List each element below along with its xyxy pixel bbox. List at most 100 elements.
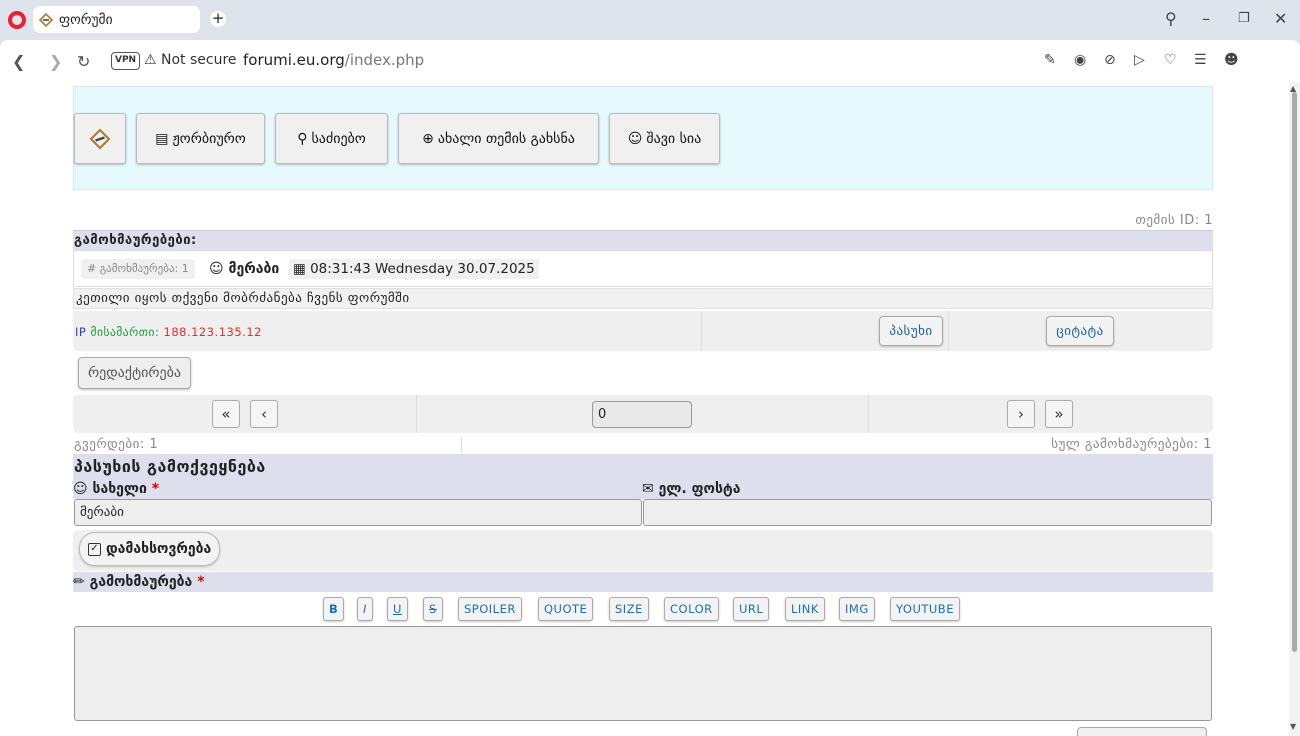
img-button[interactable]: IMG xyxy=(839,597,875,621)
share-icon[interactable]: ✎ xyxy=(1044,52,1056,68)
reply-form-title: პასუხის გამოქვეყნება xyxy=(73,454,1213,479)
browser-tab[interactable]: ფორუმი xyxy=(33,6,200,33)
email-field[interactable] xyxy=(643,499,1212,526)
link-button[interactable]: LINK xyxy=(785,597,825,621)
reply-number-chip[interactable]: # გამოხმაურება: 1 xyxy=(81,259,195,279)
search-button[interactable]: ⚲ საძიებო xyxy=(275,113,388,164)
email-label-text: ელ. ფოსტა xyxy=(658,481,741,497)
security-label: Not secure xyxy=(161,52,237,68)
vpn-badge[interactable]: VPN xyxy=(111,52,141,70)
site-favicon-icon xyxy=(38,12,54,27)
edit-button[interactable]: რედაქტირება xyxy=(78,357,191,389)
reload-icon[interactable]: ↻ xyxy=(77,52,90,71)
page-number-input[interactable]: 0 xyxy=(592,401,692,428)
profile-icon[interactable]: ☻ xyxy=(1224,52,1239,68)
site-logo-icon xyxy=(89,128,111,149)
replies-header: გამოხმაურებები: xyxy=(73,230,1213,250)
maximize-icon[interactable]: ❐ xyxy=(1238,11,1250,26)
name-field[interactable]: მერაბი xyxy=(74,499,642,526)
forward-icon[interactable]: ❯ xyxy=(49,52,62,71)
bold-button[interactable]: B xyxy=(323,597,345,621)
page-viewport: ▤ ჟორბიურო ⚲ საძიებო ⊕ ახალი თემის გახსნა ☺… xyxy=(0,82,1289,736)
user-icon: ☺ xyxy=(209,261,224,277)
comment-textarea[interactable] xyxy=(74,626,1212,721)
url-host: forumi.eu.org xyxy=(243,51,345,69)
url-button[interactable]: URL xyxy=(733,597,770,621)
plus-circle-icon: ⊕ xyxy=(422,130,434,147)
url-field[interactable]: forumi.eu.org/index.php xyxy=(243,51,424,69)
comment-label-text: გამოხმაურება xyxy=(89,574,193,590)
remember-label: დამახსოვრება xyxy=(106,541,212,557)
color-button[interactable]: COLOR xyxy=(664,597,719,621)
pages-count: გვერდები: 1 xyxy=(74,437,159,452)
post-message: კეთილი იყოს თქვენი მობრძანება ჩვენს ფორუ… xyxy=(73,288,1213,309)
first-page-icon[interactable]: « xyxy=(212,400,240,428)
prev-page-icon[interactable]: ‹ xyxy=(250,400,278,428)
required-mark: * xyxy=(151,481,160,497)
tab-title: ფორუმი xyxy=(59,11,113,28)
divider xyxy=(701,311,702,351)
ip-label: მისამართი: xyxy=(90,325,160,339)
search-icon: ⚲ xyxy=(297,130,308,147)
spoiler-button[interactable]: SPOILER xyxy=(458,597,522,621)
player-icon[interactable]: ▷ xyxy=(1134,52,1145,68)
favorites-icon[interactable]: ♡ xyxy=(1164,52,1177,68)
camera-icon[interactable]: ◉ xyxy=(1074,52,1086,68)
home-logo-button[interactable] xyxy=(74,113,126,164)
forum-button[interactable]: ▤ ჟორბიურო xyxy=(136,113,265,164)
italic-button[interactable]: I xyxy=(357,597,373,621)
author-name: მერაბი xyxy=(228,261,280,277)
user-lock-icon: ☺ xyxy=(627,130,643,147)
name-label: ☺ სახელი * xyxy=(73,479,642,499)
underline-button[interactable]: U xyxy=(387,597,408,621)
youtube-button[interactable]: YOUTUBE xyxy=(890,597,960,621)
next-page-icon[interactable]: › xyxy=(1007,400,1035,428)
quote-button[interactable]: ციტატა xyxy=(1046,316,1114,346)
scroll-down-icon[interactable]: ▼ xyxy=(1290,722,1296,731)
ip-address: IP მისამართი: 188.123.135.12 xyxy=(75,325,262,339)
vertical-scrollbar[interactable]: ▲ ▼ xyxy=(1289,82,1300,736)
blacklist-label: შავი სია xyxy=(646,130,702,147)
calendar-icon: ▦ xyxy=(293,261,306,277)
opera-menu-icon[interactable] xyxy=(8,11,26,29)
close-window-icon[interactable]: ✕ xyxy=(1274,9,1287,28)
last-page-icon[interactable]: » xyxy=(1045,400,1073,428)
remember-row: ✓ დამახსოვრება xyxy=(73,530,1213,571)
minimize-icon[interactable]: – xyxy=(1202,9,1210,28)
adblock-icon[interactable]: ⊘ xyxy=(1104,52,1116,68)
back-icon[interactable]: ❮ xyxy=(12,52,25,71)
forum-label: ჟორბიურო xyxy=(172,130,246,147)
pagination: « ‹ 0 › » xyxy=(73,395,1213,433)
user-icon: ☺ xyxy=(73,481,88,497)
new-topic-label: ახალი თემის გახსნა xyxy=(437,130,575,147)
checkbox-checked-icon[interactable]: ✓ xyxy=(88,542,101,556)
easy-setup-icon[interactable]: ☰ xyxy=(1194,52,1207,68)
ip-value: 188.123.135.12 xyxy=(163,325,262,339)
divider xyxy=(948,311,949,351)
browser-tab-strip: ფორუმი + ⚲ – ❐ ✕ xyxy=(0,0,1300,40)
divider xyxy=(868,395,869,433)
new-tab-icon[interactable]: + xyxy=(210,11,226,27)
blacklist-button[interactable]: ☺ შავი სია xyxy=(609,113,720,164)
divider xyxy=(461,437,462,453)
size-button[interactable]: SIZE xyxy=(609,597,649,621)
email-label: ✉ ელ. ფოსტა xyxy=(642,479,1213,499)
required-mark: * xyxy=(197,574,205,590)
strike-button[interactable]: S xyxy=(423,597,443,621)
search-label: საძიებო xyxy=(311,130,366,147)
security-indicator[interactable]: ⚠ Not secure xyxy=(144,52,237,68)
submit-button[interactable] xyxy=(1077,727,1207,736)
reply-button[interactable]: პასუხი xyxy=(879,316,943,346)
new-topic-button[interactable]: ⊕ ახალი თემის გახსნა xyxy=(398,113,599,164)
post-header: # გამოხმაურება: 1 ☺ მერაბი ▦ 08:31:43 We… xyxy=(73,250,1213,287)
pencil-icon: ✏ xyxy=(73,574,85,590)
quote-tag-button[interactable]: QUOTE xyxy=(538,597,594,621)
scroll-thumb[interactable] xyxy=(1292,92,1297,652)
divider xyxy=(416,395,417,433)
post-author: ☺ მერაბი xyxy=(209,259,279,279)
remember-checkbox[interactable]: ✓ დამახსოვრება xyxy=(79,532,221,566)
datetime-text: 08:31:43 Wednesday 30.07.2025 xyxy=(310,261,535,277)
post-actions: IP მისამართი: 188.123.135.12 პასუხი ციტა… xyxy=(73,311,1213,351)
search-tabs-icon[interactable]: ⚲ xyxy=(1165,9,1177,28)
top-navigation: ▤ ჟორბიურო ⚲ საძიებო ⊕ ახალი თემის გახსნა ☺… xyxy=(73,86,1213,190)
